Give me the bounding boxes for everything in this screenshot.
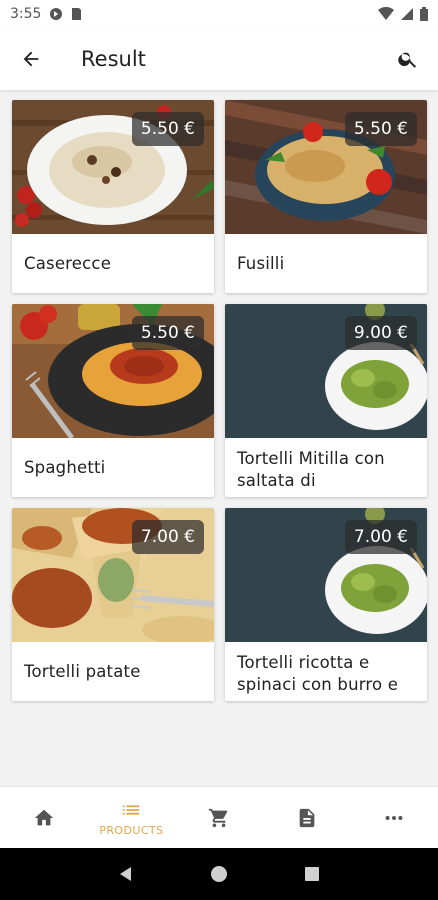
price-badge: 5.50 €	[131, 112, 204, 146]
home-icon	[34, 809, 53, 825]
arrow-back-icon	[23, 51, 39, 67]
cart-icon	[208, 808, 228, 827]
price-badge: 7.00 €	[131, 520, 204, 554]
product-name: Tortelli ricotta e spinaci con burro e	[237, 653, 399, 694]
price-badge: 7.00 €	[344, 520, 417, 554]
product-name: Tortelli patate	[24, 662, 141, 681]
page-title: Result	[81, 47, 146, 71]
price-badge: 5.50 €	[131, 316, 204, 350]
system-recents-icon[interactable]	[303, 865, 321, 883]
system-back-icon[interactable]	[117, 865, 135, 883]
sd-card-icon	[72, 8, 82, 20]
product-name: Tortelli Mitilla con saltata di	[237, 449, 385, 490]
product-card[interactable]: 5.50 € Spaghetti	[12, 304, 214, 497]
product-card[interactable]: 5.50 € Fusilli	[225, 100, 427, 293]
product-card[interactable]: 7.00 € Tortelli patate	[12, 508, 214, 701]
price-badge: 5.50 €	[344, 112, 417, 146]
wifi-icon	[378, 7, 394, 20]
nav-cart[interactable]	[175, 787, 263, 848]
notification-icon	[50, 8, 63, 20]
more-icon	[385, 815, 403, 820]
signal-icon	[401, 8, 413, 20]
document-icon	[299, 808, 314, 827]
product-card[interactable]: 9.00 € Tortelli Mitilla con saltata di	[225, 304, 427, 497]
search-button[interactable]	[392, 43, 424, 75]
bottom-nav: PRODUCTS	[0, 786, 438, 848]
status-bar: 3:55	[0, 0, 438, 28]
product-name: Spaghetti	[24, 458, 106, 477]
nav-products-label: PRODUCTS	[99, 823, 164, 837]
nav-orders[interactable]	[263, 787, 351, 848]
product-card[interactable]: 7.00 € Tortelli ricotta e spinaci con bu…	[225, 508, 427, 701]
product-card[interactable]: 5.50 € Caserecce	[12, 100, 214, 293]
search-icon	[398, 52, 417, 68]
nav-products[interactable]: PRODUCTS	[88, 787, 176, 848]
status-time: 3:55	[10, 6, 42, 22]
list-icon	[123, 804, 140, 815]
back-button[interactable]	[0, 28, 62, 90]
battery-icon	[420, 7, 428, 21]
nav-more[interactable]	[350, 787, 438, 848]
system-home-icon[interactable]	[210, 865, 228, 883]
product-name: Caserecce	[24, 254, 112, 273]
app-bar: Result	[0, 28, 438, 90]
system-nav-bar	[0, 848, 438, 900]
product-name: Fusilli	[237, 254, 285, 273]
price-badge: 9.00 €	[344, 316, 417, 350]
nav-home[interactable]	[0, 787, 88, 848]
